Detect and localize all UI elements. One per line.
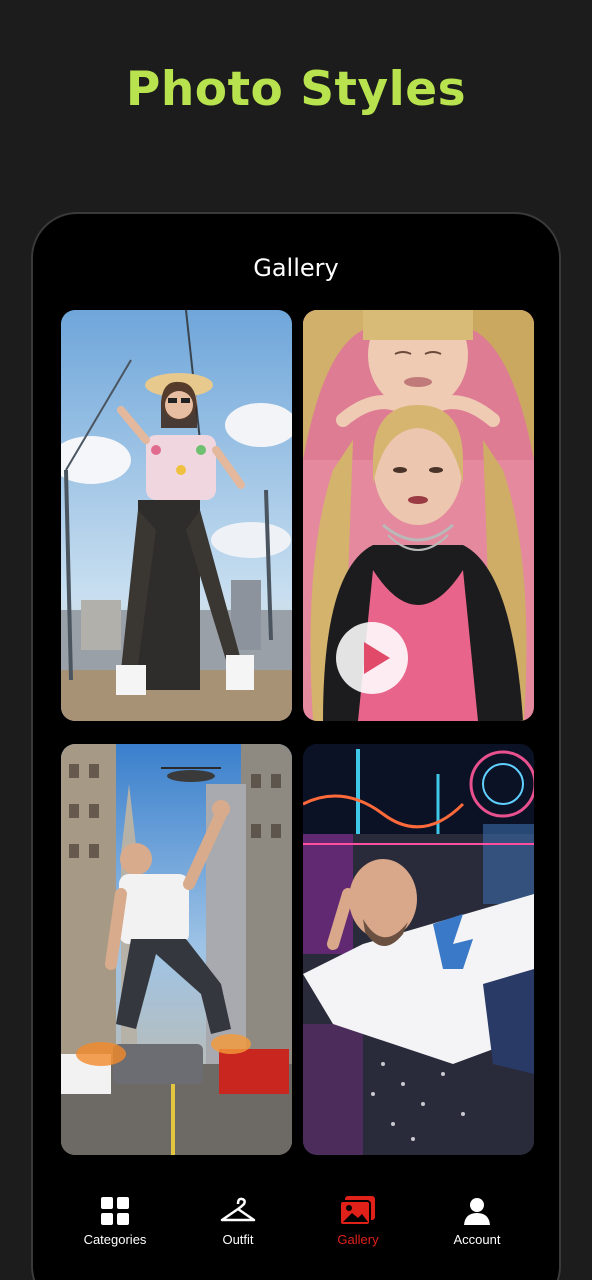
tab-categories[interactable]: Categories: [60, 1194, 170, 1247]
grid-icon: [60, 1194, 170, 1228]
giant-man-image: [61, 744, 292, 1155]
tab-outfit[interactable]: Outfit: [183, 1194, 293, 1247]
tab-categories-label: Categories: [83, 1232, 147, 1247]
hanger-icon: [183, 1194, 293, 1228]
tab-gallery-label: Gallery: [337, 1232, 379, 1247]
page: Photo Styles Gallery Categories Outfit G…: [0, 0, 592, 1280]
gallery-item-amusement-park[interactable]: [303, 744, 534, 1155]
screen-title: Gallery: [253, 254, 339, 282]
tab-outfit-label: Outfit: [222, 1232, 254, 1247]
play-button-icon[interactable]: [336, 622, 408, 694]
tab-gallery[interactable]: Gallery: [303, 1194, 413, 1247]
tab-account[interactable]: Account: [422, 1194, 532, 1247]
phone-frame: Gallery Categories Outfit Gallery Accoun…: [31, 212, 561, 1280]
construction-image: [61, 310, 292, 721]
amusement-park-image: [303, 744, 534, 1155]
gallery-icon: [303, 1194, 413, 1228]
user-icon: [422, 1194, 532, 1228]
tab-account-label: Account: [453, 1232, 501, 1247]
gallery-item-giant-man[interactable]: [61, 744, 292, 1155]
gallery-item-construction[interactable]: [61, 310, 292, 721]
bottom-tab-bar: Categories Outfit Gallery Account: [33, 1174, 559, 1280]
gallery-item-portrait-video[interactable]: [303, 310, 534, 721]
promo-title: Photo Styles: [125, 62, 467, 117]
